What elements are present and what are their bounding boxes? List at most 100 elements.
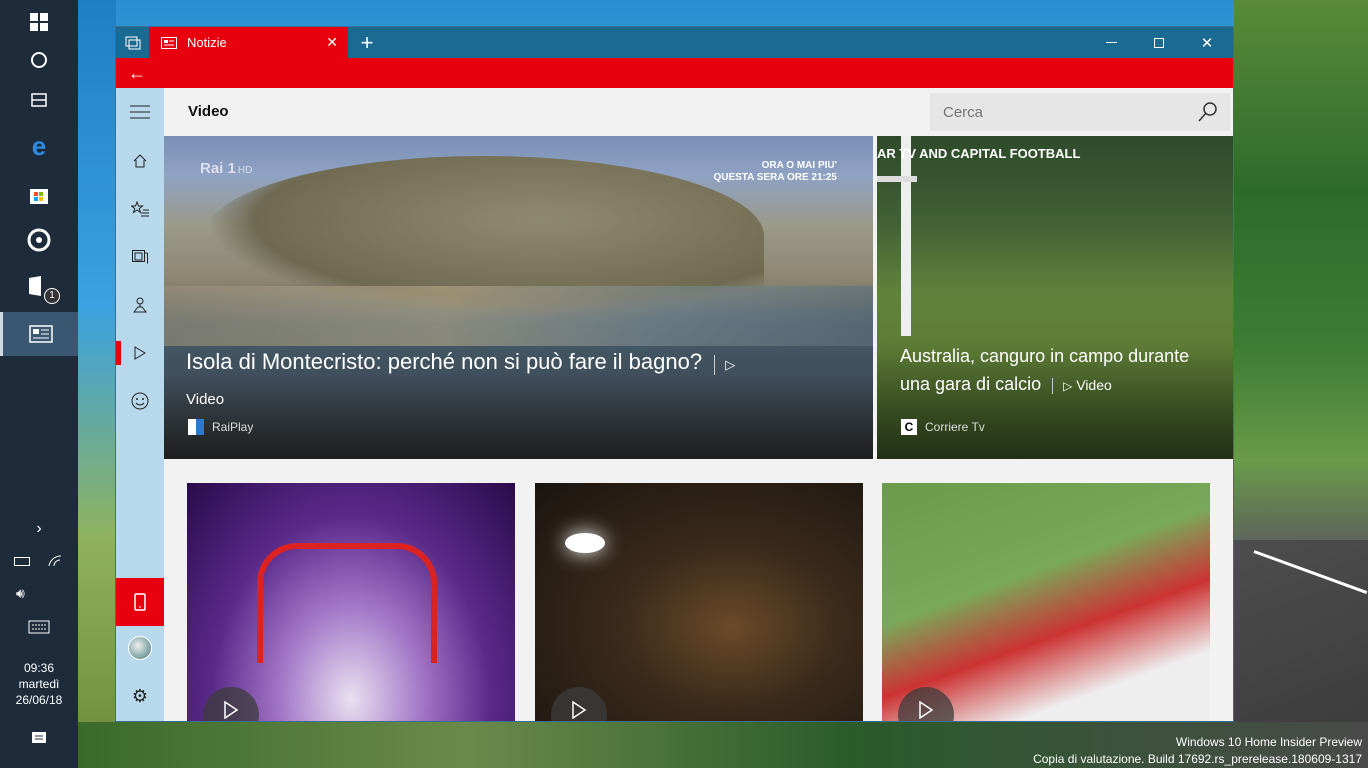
featured-source[interactable]: RaiPlay	[188, 419, 253, 435]
maximize-icon	[1154, 37, 1164, 48]
hamburger-icon	[130, 105, 150, 119]
nav-local[interactable]	[116, 283, 164, 327]
play-button[interactable]	[551, 687, 607, 721]
search-box[interactable]	[930, 93, 1230, 131]
cortana-button[interactable]	[0, 38, 78, 82]
promo-line-2: QUESTA SERA ORE 21:25	[713, 172, 837, 183]
side-video-label: Video	[1076, 377, 1112, 393]
side-source[interactable]: C Corriere Tv	[901, 419, 985, 435]
tray-row	[0, 546, 78, 576]
chevron-right-icon: ›	[36, 520, 42, 537]
mail-badge: 1	[44, 288, 60, 304]
play-button[interactable]	[203, 687, 259, 721]
groove-button[interactable]	[0, 218, 78, 262]
notification-icon	[32, 732, 46, 743]
play-outline-icon: ▷	[725, 357, 736, 372]
play-icon	[134, 346, 146, 360]
play-button[interactable]	[898, 687, 954, 721]
close-tab-icon[interactable]: ✕	[326, 34, 338, 51]
play-icon	[919, 701, 934, 719]
store-button[interactable]	[0, 172, 78, 216]
featured-video-card[interactable]: Rai 1 HD ORA O MAI PIU' QUESTA SERA ORE 2…	[164, 136, 873, 459]
minimize-button[interactable]	[1087, 27, 1135, 58]
clock[interactable]: 09:36 martedì 26/06/18	[0, 660, 78, 708]
edge-button[interactable]: e	[0, 124, 78, 168]
video-card-2[interactable]	[535, 483, 863, 721]
volume-icon: 🔊︎	[16, 584, 25, 601]
news-app-window: Notizie ✕ + ✕ ← ⚙ Video Cerca Rai 1 HD O…	[115, 26, 1234, 722]
channel-logo: Rai 1 HD	[200, 160, 253, 177]
search-icon[interactable]	[1197, 101, 1219, 123]
action-center-button[interactable]	[0, 724, 78, 754]
featured-title-text: Isola di Montecristo: perché non si può …	[186, 349, 703, 374]
windows-logo-icon	[30, 13, 48, 31]
side-nav: ⚙	[116, 88, 164, 721]
taskbar: e 1 › 🔊︎ 09:36 martedì 26/06/18	[0, 0, 78, 768]
tab-label: Notizie	[187, 35, 227, 50]
star-list-icon	[131, 201, 149, 217]
minimize-icon	[1105, 42, 1117, 43]
clock-time: 09:36	[23, 661, 55, 675]
store-icon	[30, 189, 48, 204]
nav-interests[interactable]	[116, 187, 164, 231]
show-hidden-icons-button[interactable]: ›	[0, 514, 78, 544]
side-source-name: Corriere Tv	[925, 420, 985, 434]
smiley-icon	[131, 392, 149, 410]
hamburger-menu-button[interactable]	[116, 90, 164, 134]
groove-music-icon	[27, 228, 51, 252]
mail-button[interactable]: 1	[0, 264, 78, 308]
play-outline-icon: ▷	[1063, 379, 1073, 393]
corriere-logo-icon: C	[901, 419, 917, 435]
side-video-tag: ▷ Video	[1052, 377, 1112, 395]
side-video-card[interactable]: AR TV AND CAPITAL FOOTBALL Australia, ca…	[877, 136, 1233, 459]
clock-date: 26/06/18	[15, 693, 63, 707]
wifi-icon[interactable]	[48, 555, 62, 567]
newspaper-icon	[132, 250, 148, 264]
play-icon	[572, 701, 587, 719]
keyboard-icon	[28, 620, 50, 634]
page-header: Video	[164, 88, 1233, 136]
video-card-3[interactable]	[882, 483, 1210, 721]
nav-settings[interactable]: ⚙	[116, 674, 164, 718]
video-label: Video	[186, 391, 225, 408]
side-title[interactable]: Australia, canguro in campo durante una …	[900, 342, 1220, 400]
app-bar: ←	[116, 58, 1233, 88]
nav-get-app-phone[interactable]	[116, 578, 164, 626]
nav-feedback[interactable]	[116, 379, 164, 423]
avatar	[128, 636, 152, 660]
cortana-icon	[31, 52, 47, 68]
build-watermark-line1: Windows 10 Home Insider Preview	[1175, 735, 1362, 749]
nav-video[interactable]	[116, 331, 164, 375]
goal-crossbar	[877, 176, 917, 182]
task-view-icon	[31, 93, 47, 107]
featured-title[interactable]: Isola di Montecristo: perché non si può …	[186, 346, 746, 416]
touch-keyboard-button[interactable]	[0, 612, 78, 642]
tabs-icon	[125, 36, 140, 49]
nav-home[interactable]	[116, 139, 164, 183]
search-input[interactable]	[931, 103, 1181, 121]
thumbnail-gate	[257, 543, 437, 663]
news-button[interactable]	[0, 312, 78, 356]
desktop-wallpaper-left	[78, 0, 116, 768]
goal-post	[901, 136, 911, 336]
edge-icon: e	[31, 130, 47, 161]
play-icon	[224, 701, 239, 719]
build-watermark-line2: Copia di valutazione. Build 17692.rs_pre…	[1033, 752, 1362, 766]
nav-account[interactable]	[116, 626, 164, 670]
tab-notizie[interactable]: Notizie ✕	[149, 27, 348, 58]
home-icon	[133, 154, 147, 168]
video-card-1[interactable]	[187, 483, 515, 721]
location-icon	[132, 297, 148, 313]
volume-button[interactable]: 🔊︎	[0, 578, 78, 608]
gear-icon: ⚙	[131, 685, 149, 706]
battery-icon[interactable]	[14, 556, 30, 566]
nav-sources[interactable]	[116, 235, 164, 279]
close-window-button[interactable]: ✕	[1183, 27, 1231, 58]
tab-switcher-button[interactable]	[116, 27, 149, 58]
new-tab-button[interactable]: +	[356, 30, 378, 56]
maximize-button[interactable]	[1135, 27, 1183, 58]
close-icon: ✕	[1200, 34, 1214, 52]
back-arrow-icon[interactable]: ←	[128, 63, 146, 84]
task-view-button[interactable]	[0, 78, 78, 122]
news-icon	[28, 325, 53, 343]
